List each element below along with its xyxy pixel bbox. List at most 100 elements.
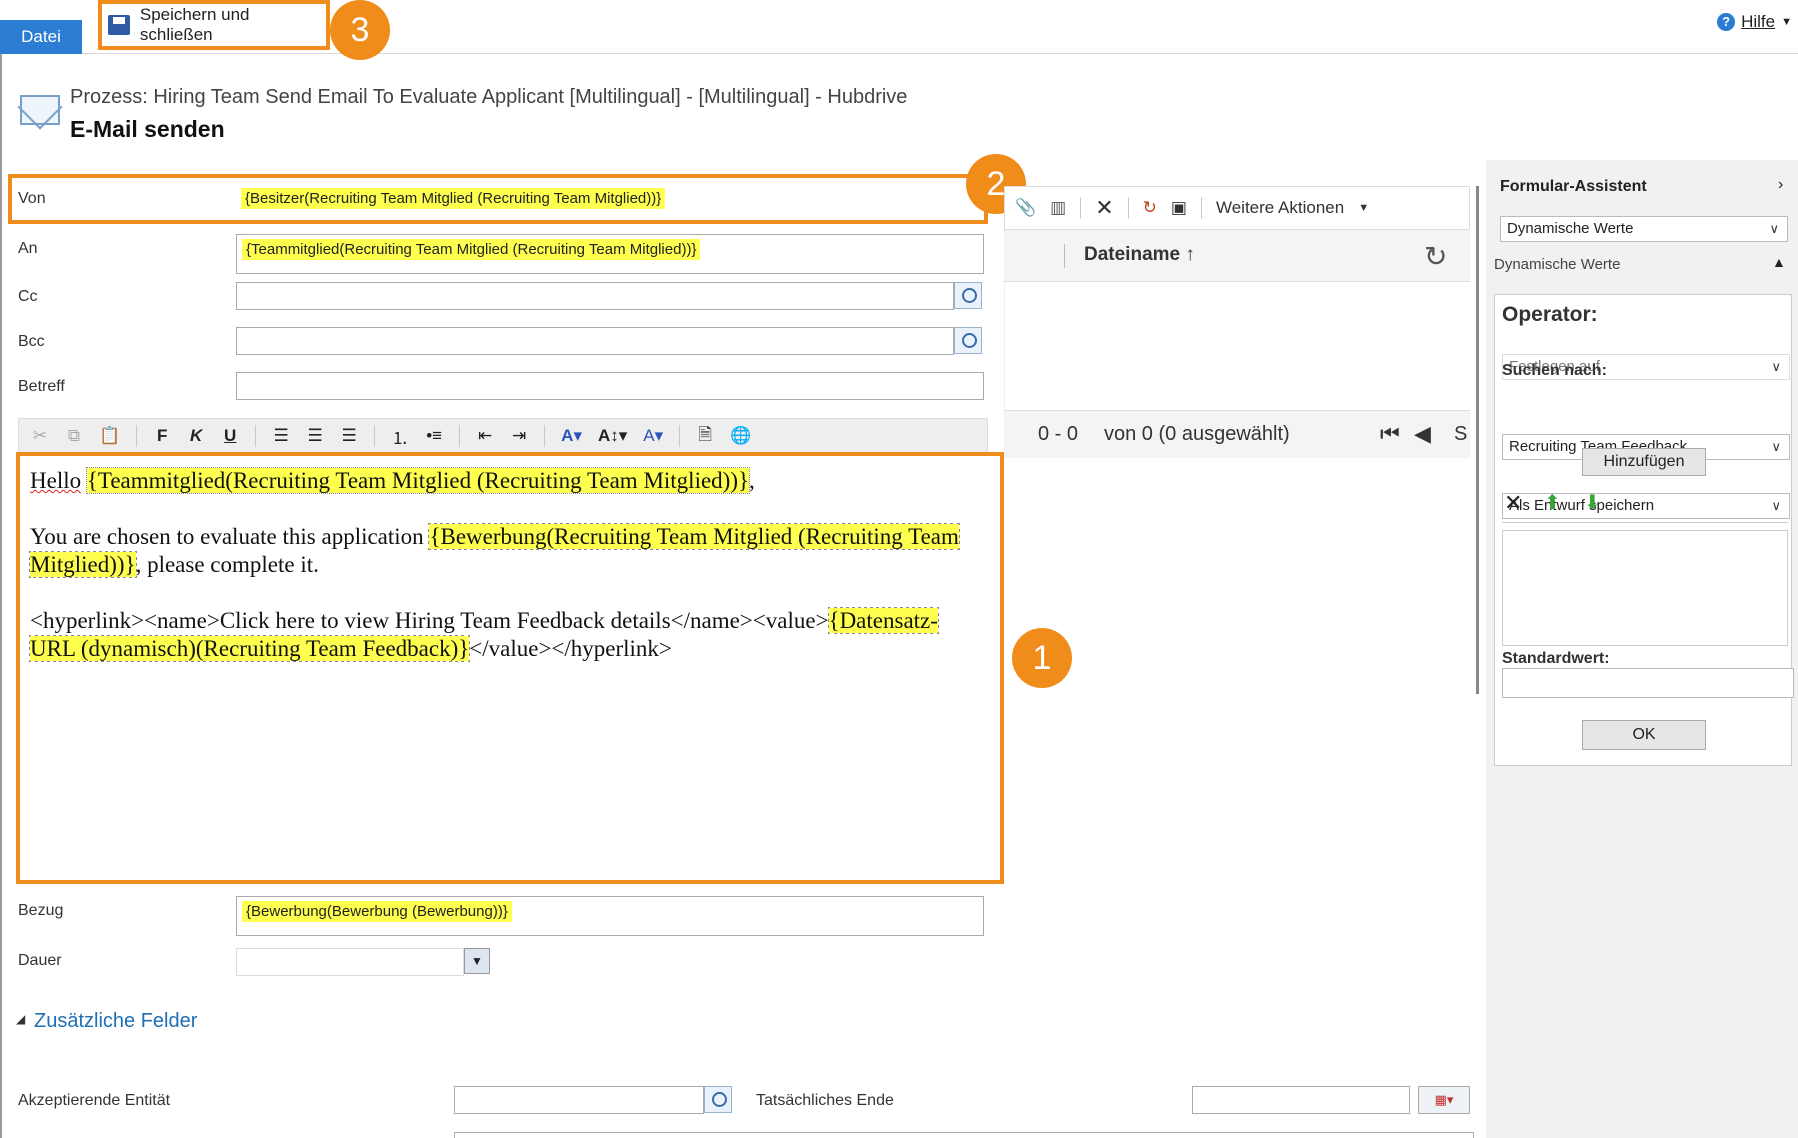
to-label: An xyxy=(18,240,38,257)
file-tab[interactable]: Datei xyxy=(0,20,82,54)
chevron-down-icon: ∨ xyxy=(1771,439,1781,454)
from-label: Von xyxy=(18,190,46,207)
actual-end-field[interactable] xyxy=(1192,1086,1410,1114)
html-source-icon[interactable]: 🗎 xyxy=(696,422,714,451)
chevron-down-icon: ∨ xyxy=(1769,221,1779,236)
add-button[interactable]: Hinzufügen xyxy=(1582,448,1706,476)
to-field[interactable]: {Teammitglied(Recruiting Team Mitglied (… xyxy=(236,234,984,274)
chevron-down-icon: ∨ xyxy=(1771,359,1781,374)
document-icon[interactable]: ▥ xyxy=(1050,198,1066,218)
search-for-label: Suchen nach: xyxy=(1502,362,1607,379)
attach-icon[interactable]: 📎 xyxy=(1015,198,1036,218)
move-down-icon[interactable]: ⬇ xyxy=(1584,490,1601,515)
email-icon xyxy=(20,95,60,125)
hyperlink-text: <hyperlink><name>Click here to view Hiri… xyxy=(30,608,829,633)
cut-icon[interactable]: ✂ xyxy=(31,426,49,446)
actual-end-label: Tatsächliches Ende xyxy=(756,1092,894,1109)
save-and-close-button[interactable]: Speichern und schließen xyxy=(98,0,330,50)
column-filename-label: Dateiname xyxy=(1084,244,1181,265)
copy-icon[interactable]: ⧉ xyxy=(65,426,83,446)
help-label: Hilfe xyxy=(1741,12,1776,31)
cc-lookup-icon[interactable] xyxy=(954,282,982,309)
align-right-icon[interactable]: ☰ xyxy=(340,426,358,446)
font-size-icon[interactable]: A↕▾ xyxy=(598,426,627,446)
subject-field[interactable] xyxy=(236,372,984,400)
calendar-icon[interactable]: ▦▾ xyxy=(1418,1086,1470,1114)
attachments-list xyxy=(1004,282,1470,410)
refresh-status-icon[interactable]: ↻ xyxy=(1143,198,1157,218)
assistant-mode-select[interactable]: Dynamische Werte ∨ xyxy=(1500,216,1788,242)
greeting-comma: , xyxy=(749,468,755,493)
from-field-value: {Besitzer(Recruiting Team Mitglied (Recr… xyxy=(241,188,666,209)
from-field[interactable]: {Besitzer(Recruiting Team Mitglied (Recr… xyxy=(236,184,976,214)
accepting-entity-lookup-icon[interactable] xyxy=(704,1086,732,1113)
toolbar-separator xyxy=(374,425,376,447)
request-text-end: , please complete it. xyxy=(135,552,319,577)
refresh-icon[interactable]: ↻ xyxy=(1424,240,1447,273)
numbered-list-icon[interactable]: ⒈ xyxy=(391,424,409,449)
bold-button[interactable]: F xyxy=(153,426,171,446)
align-center-icon[interactable]: ☰ xyxy=(306,426,324,446)
body-line-hyperlink: <hyperlink><name>Click here to view Hiri… xyxy=(29,607,970,663)
request-text: You are chosen to evaluate this applicat… xyxy=(30,524,424,549)
collapse-icon[interactable]: ▲ xyxy=(1772,254,1786,270)
callout-3: 3 xyxy=(330,0,390,60)
chevron-down-icon: ∨ xyxy=(1771,498,1781,513)
left-border xyxy=(0,54,2,1138)
additional-fields-link[interactable]: Zusätzliche Felder xyxy=(34,1010,197,1033)
bcc-field[interactable] xyxy=(236,327,954,355)
email-body-content: Hello {Teammitglied(Recruiting Team Mitg… xyxy=(29,467,970,691)
toolbar-separator xyxy=(459,425,461,447)
toolbar-separator xyxy=(679,425,681,447)
font-color-icon[interactable]: A▾ xyxy=(643,426,663,446)
highlight-color-icon[interactable]: A▾ xyxy=(561,426,582,446)
bullet-list-icon[interactable]: •≡ xyxy=(425,426,443,446)
cc-field[interactable] xyxy=(236,282,954,310)
previous-page-icon[interactable]: ◀ xyxy=(1414,421,1431,447)
more-actions-button[interactable]: Weitere Aktionen xyxy=(1216,198,1344,218)
attachments-header: Dateiname ↑ ↻ xyxy=(1004,230,1470,282)
attachments-toolbar: 📎 ▥ ✕ ↻ ▣ Weitere Aktionen ▼ xyxy=(1004,186,1470,230)
chevron-right-icon[interactable]: › xyxy=(1778,176,1783,194)
underline-button[interactable]: U xyxy=(221,426,239,446)
record-count: von 0 (0 ausgewählt) xyxy=(1104,423,1290,445)
first-page-icon[interactable]: ⏮ xyxy=(1380,421,1400,447)
subject-label: Betreff xyxy=(18,378,65,395)
collapse-triangle-icon[interactable]: ◢ xyxy=(16,1012,25,1026)
decrease-indent-icon[interactable]: ⇤ xyxy=(476,426,494,446)
toolbar-separator xyxy=(1080,197,1082,219)
increase-indent-icon[interactable]: ⇥ xyxy=(510,426,528,446)
italic-button[interactable]: K xyxy=(187,426,205,446)
sort-ascending-icon: ↑ xyxy=(1185,244,1195,265)
align-left-icon[interactable]: ☰ xyxy=(272,426,290,446)
column-divider xyxy=(1064,244,1065,268)
vertical-scrollbar[interactable] xyxy=(1476,186,1479,694)
help-menu[interactable]: ? Hilfe ▼ xyxy=(1717,12,1792,32)
column-filename[interactable]: Dateiname ↑ xyxy=(1084,244,1195,266)
assistant-title: Formular-Assistent xyxy=(1500,178,1647,195)
chevron-down-icon[interactable]: ▼ xyxy=(464,948,490,974)
save-and-close-label: Speichern und schließen xyxy=(139,5,250,44)
toolbar-separator xyxy=(1127,197,1129,219)
divider xyxy=(1502,522,1788,523)
default-value-input[interactable] xyxy=(1502,668,1794,698)
paste-icon[interactable]: 📋 xyxy=(99,426,120,446)
play-icon[interactable]: ▣ xyxy=(1171,198,1187,218)
remove-icon[interactable]: ✕ xyxy=(1504,490,1522,516)
toolbar-separator xyxy=(136,425,138,447)
greeting-dynamic-field[interactable]: {Teammitglied(Recruiting Team Mitglied (… xyxy=(85,467,751,494)
dynamic-values-list[interactable] xyxy=(1502,530,1788,646)
body-line-request: You are chosen to evaluate this applicat… xyxy=(29,523,970,579)
move-up-icon[interactable]: ⬆ xyxy=(1544,490,1561,515)
toolbar-separator xyxy=(255,425,257,447)
operator-label: Operator: xyxy=(1502,303,1598,326)
page-indicator: S xyxy=(1454,423,1468,445)
ok-button[interactable]: OK xyxy=(1582,720,1706,750)
delete-icon[interactable]: ✕ xyxy=(1095,195,1113,221)
insert-link-icon[interactable]: 🌐 xyxy=(730,426,751,446)
regarding-field-value: {Bewerbung(Bewerbung (Bewerbung))} xyxy=(242,901,512,922)
bcc-lookup-icon[interactable] xyxy=(954,327,982,354)
accepting-entity-field[interactable] xyxy=(454,1086,704,1114)
duration-select[interactable] xyxy=(236,948,464,976)
regarding-field[interactable]: {Bewerbung(Bewerbung (Bewerbung))} xyxy=(236,896,984,936)
